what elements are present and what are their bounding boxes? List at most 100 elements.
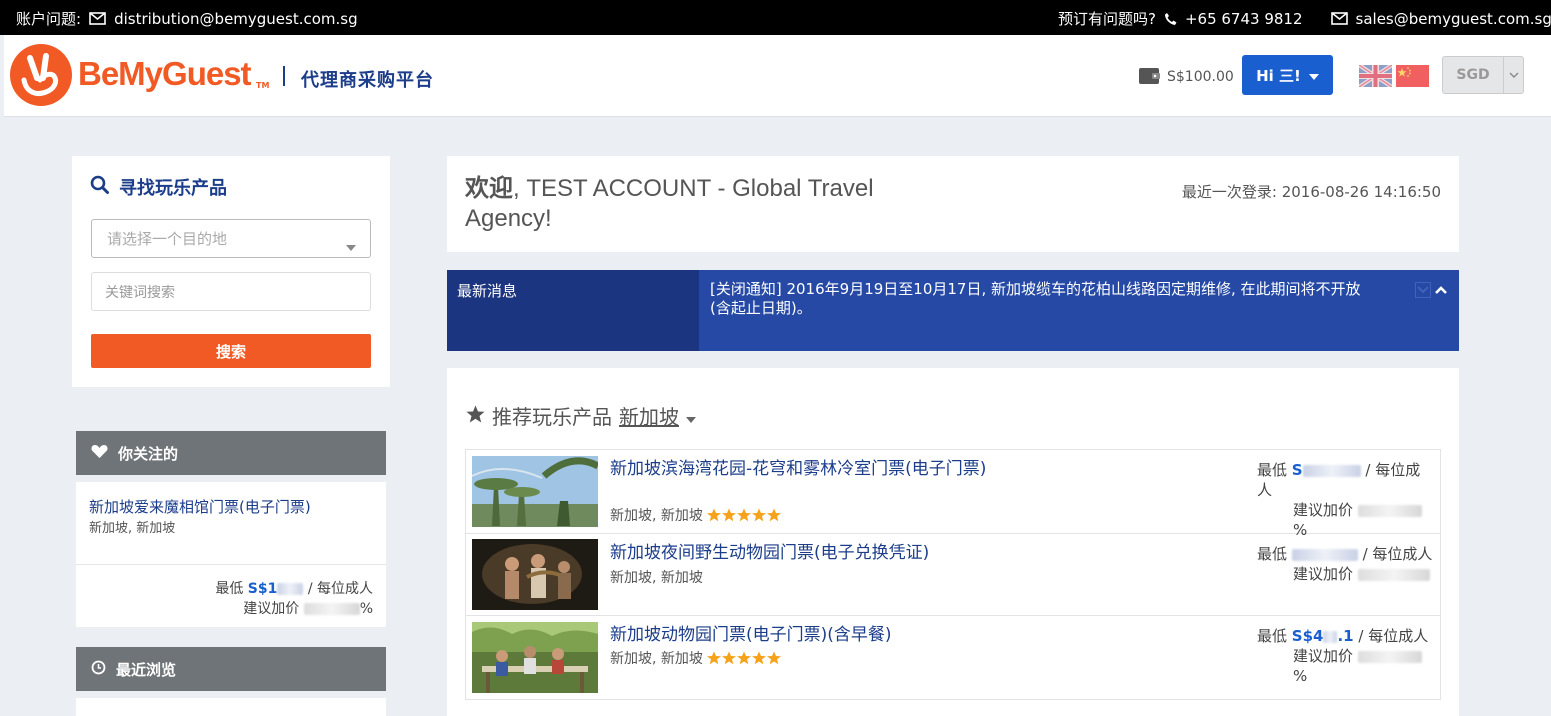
markup-label: 建议加价	[1293, 647, 1354, 665]
caret-down-icon[interactable]	[686, 404, 696, 428]
favourite-item-markup: 建议加价 %	[243, 598, 373, 618]
phone-icon	[1164, 12, 1177, 26]
caret-down-icon	[1308, 66, 1319, 84]
clock-icon	[91, 660, 106, 679]
welcome-account: , TEST ACCOUNT - Global Travel Agency!	[465, 175, 874, 232]
china-flag-icon[interactable]	[1396, 65, 1429, 87]
search-panel: 寻找玩乐产品 请选择一个目的地 关键词搜索 搜索	[72, 156, 390, 387]
price-tail: .1	[1337, 627, 1354, 645]
price-value: S	[1291, 461, 1303, 479]
favourite-item-name[interactable]: 新加坡爱来魔相馆门票(电子门票)	[89, 496, 311, 517]
caret-down-icon	[346, 237, 356, 255]
phone-number[interactable]: +65 6743 9812	[1185, 10, 1303, 28]
price-redacted	[1291, 548, 1358, 561]
price-value: S$1	[247, 581, 278, 597]
product-location-text: 新加坡, 新加坡	[610, 508, 703, 524]
favourite-item[interactable]: 新加坡爱来魔相馆门票(电子门票) 新加坡, 新加坡 最低 S$1 / 每位成人 …	[76, 482, 386, 627]
price-label: 最低	[215, 581, 244, 597]
markup-suffix: %	[1293, 667, 1308, 685]
recommended-heading: 推荐玩乐产品 新加坡	[466, 401, 696, 430]
chevron-down-icon	[1503, 57, 1523, 93]
product-price: 最低 S / 每位成人 建议加价 %	[1257, 460, 1435, 540]
markup-redacted	[1357, 650, 1422, 663]
chevron-down-icon[interactable]	[1415, 282, 1431, 302]
welcome-panel: 欢迎, TEST ACCOUNT - Global Travel Agency!…	[447, 156, 1459, 252]
product-location: 新加坡, 新加坡	[610, 648, 782, 668]
brand-logo[interactable]: BeMyGuest	[78, 55, 252, 93]
divider	[76, 564, 386, 565]
product-row[interactable]: 新加坡滨海湾花园-花穹和雾林冷室门票(电子门票) 新加坡, 新加坡 最低 S /…	[466, 450, 1440, 539]
logo-trademark: TM	[256, 81, 270, 90]
recent-header: 最近浏览	[76, 647, 386, 691]
star-icon	[466, 404, 485, 428]
mail-icon	[1330, 12, 1348, 25]
price-redacted	[1302, 464, 1361, 477]
recent-title: 最近浏览	[116, 660, 177, 679]
markup-label: 建议加价	[243, 601, 300, 617]
welcome-greeting: 欢迎	[465, 175, 513, 202]
account-email-link[interactable]: distribution@bemyguest.com.sg	[114, 10, 358, 28]
product-name[interactable]: 新加坡滨海湾花园-花穹和雾林冷室门票(电子门票)	[610, 459, 1010, 480]
price-redacted	[1323, 630, 1338, 643]
destination-placeholder: 请选择一个目的地	[107, 230, 228, 248]
recommended-panel: 推荐玩乐产品 新加坡 新加坡滨海湾花园-花穹和雾林冷室门票(电子门票) 新加坡,…	[447, 368, 1459, 716]
last-login-time: 2016-08-26 14:16:50	[1281, 183, 1441, 201]
rating-stars	[706, 651, 782, 665]
markup-redacted	[1357, 504, 1422, 517]
product-row[interactable]: 新加坡动物园门票(电子门票)(含早餐) 新加坡, 新加坡 最低 S$4 .1 / …	[466, 616, 1440, 699]
product-thumbnail[interactable]	[472, 622, 598, 693]
price-unit: / 每位成人	[1362, 545, 1433, 563]
search-button[interactable]: 搜索	[91, 334, 371, 368]
mail-icon	[89, 12, 106, 25]
user-greeting: Hi 三!	[1256, 66, 1301, 85]
search-title: 寻找玩乐产品	[119, 178, 227, 199]
price-label: 最低	[1257, 545, 1288, 563]
price-redacted	[277, 583, 304, 595]
search-heading: 寻找玩乐产品	[90, 174, 227, 200]
bemyguest-logo-icon[interactable]	[10, 44, 72, 106]
markup-suffix: %	[359, 601, 373, 617]
chevron-up-icon[interactable]	[1433, 282, 1449, 302]
product-name[interactable]: 新加坡动物园门票(电子门票)(含早餐)	[610, 625, 1010, 646]
last-login-label: 最近一次登录:	[1181, 183, 1277, 201]
favourites-header: 你关注的	[76, 431, 386, 475]
price-label: 最低	[1257, 627, 1288, 645]
product-thumbnail[interactable]	[472, 539, 598, 610]
product-price: 最低 S$4 .1 / 每位成人 建议加价 %	[1257, 626, 1435, 686]
currency-select[interactable]: SGD	[1442, 56, 1524, 94]
price-unit: / 每位成人	[1358, 627, 1429, 645]
price-value: S$4	[1291, 627, 1324, 645]
product-location-text: 新加坡, 新加坡	[610, 651, 703, 667]
top-contact-bar: 账户问题: distribution@bemyguest.com.sg 预订有问…	[0, 0, 1551, 35]
product-price: 最低 / 每位成人 建议加价	[1257, 544, 1435, 584]
favourite-item-location: 新加坡, 新加坡	[89, 521, 176, 536]
markup-redacted	[303, 603, 360, 615]
platform-title: 代理商采购平台	[301, 70, 434, 91]
account-contact: 账户问题: distribution@bemyguest.com.sg	[16, 8, 358, 29]
keyword-search-input[interactable]: 关键词搜索	[91, 272, 371, 311]
news-ticker: 最新消息 [关闭通知] 2016年9月19日至10月17日, 新加坡缆车的花柏山…	[447, 270, 1459, 351]
user-menu-button[interactable]: Hi 三!	[1242, 55, 1333, 95]
news-label: 最新消息	[447, 270, 699, 351]
wallet-balance[interactable]: S$100.00	[1138, 65, 1234, 89]
product-list: 新加坡滨海湾花园-花穹和雾林冷室门票(电子门票) 新加坡, 新加坡 最低 S /…	[465, 449, 1441, 700]
recommended-title: 推荐玩乐产品	[492, 405, 612, 429]
product-name[interactable]: 新加坡夜间野生动物园门票(电子兑换凭证)	[610, 543, 1010, 564]
product-row[interactable]: 新加坡夜间野生动物园门票(电子兑换凭证) 新加坡, 新加坡 最低 / 每位成人 …	[466, 534, 1440, 616]
product-thumbnail[interactable]	[472, 456, 598, 527]
price-unit: / 每位成人	[307, 581, 373, 597]
recent-list	[76, 698, 386, 716]
markup-redacted	[1357, 568, 1430, 581]
keyword-placeholder: 关键词搜索	[105, 284, 175, 301]
last-login: 最近一次登录: 2016-08-26 14:16:50	[1182, 181, 1441, 202]
destination-select[interactable]: 请选择一个目的地	[91, 219, 371, 258]
favourite-item-price: 最低 S$1 / 每位成人	[215, 578, 373, 598]
product-location: 新加坡, 新加坡	[610, 505, 782, 525]
wallet-amount: S$100.00	[1167, 69, 1234, 85]
favourites-title: 你关注的	[118, 444, 179, 463]
news-controls	[1415, 282, 1449, 302]
sales-email-link[interactable]: sales@bemyguest.com.sg	[1356, 10, 1551, 28]
recommended-city-dropdown[interactable]: 新加坡	[619, 401, 679, 430]
booking-contact: 预订有问题吗? +65 6743 9812 sales@bemyguest.co…	[1058, 8, 1551, 29]
uk-flag-icon[interactable]	[1357, 63, 1394, 89]
